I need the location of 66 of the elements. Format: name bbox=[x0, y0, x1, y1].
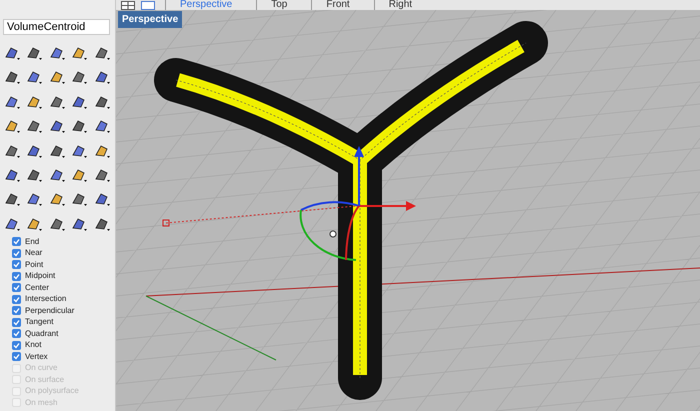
checkbox[interactable] bbox=[12, 283, 21, 292]
tool-icon[interactable] bbox=[94, 45, 111, 61]
checkbox[interactable] bbox=[12, 329, 21, 338]
tool-icon[interactable] bbox=[4, 45, 21, 61]
tool-icon[interactable] bbox=[94, 118, 111, 134]
tool-icon[interactable] bbox=[48, 69, 66, 86]
tool-icon[interactable] bbox=[4, 166, 21, 183]
tool-icon[interactable] bbox=[26, 45, 44, 61]
tool-icon[interactable] bbox=[48, 142, 66, 158]
osnap-label: Midpoint bbox=[25, 271, 56, 282]
osnap-label: Tangent bbox=[25, 317, 54, 328]
osnap-label: Vertex bbox=[25, 352, 48, 362]
tool-icon[interactable] bbox=[48, 166, 66, 183]
tool-icon[interactable] bbox=[26, 191, 44, 208]
tool-icon[interactable] bbox=[71, 216, 88, 232]
tool-icon[interactable] bbox=[94, 216, 111, 232]
tool-icon[interactable] bbox=[4, 94, 21, 110]
tool-icon[interactable] bbox=[94, 142, 111, 158]
osnap-label: Knot bbox=[25, 340, 42, 350]
tool-icon[interactable] bbox=[26, 216, 44, 232]
checkbox[interactable] bbox=[12, 260, 21, 270]
osnap-label: Quadrant bbox=[25, 328, 58, 339]
tool-icon[interactable] bbox=[4, 216, 21, 232]
osnap-label: End bbox=[25, 236, 40, 247]
tool-icon[interactable] bbox=[48, 191, 66, 208]
tool-icon[interactable] bbox=[48, 45, 66, 61]
tool-icon[interactable] bbox=[71, 191, 88, 208]
tool-icon[interactable] bbox=[26, 166, 44, 183]
tool-icon[interactable] bbox=[4, 191, 21, 208]
checkbox[interactable] bbox=[12, 306, 21, 316]
checkbox[interactable] bbox=[12, 294, 21, 304]
tool-icon[interactable] bbox=[71, 45, 88, 61]
tool-icon[interactable] bbox=[71, 94, 88, 110]
viewport-title[interactable]: Perspective bbox=[118, 11, 182, 28]
osnap-label: Intersection bbox=[25, 294, 66, 304]
tool-icon[interactable] bbox=[4, 69, 21, 86]
tool-icon[interactable] bbox=[26, 94, 44, 110]
tool-icon[interactable] bbox=[48, 94, 66, 110]
tool-icon[interactable] bbox=[48, 216, 66, 232]
tool-icon[interactable] bbox=[94, 191, 111, 208]
checkbox[interactable] bbox=[12, 248, 21, 258]
tool-icon[interactable] bbox=[26, 142, 44, 158]
tool-icon[interactable] bbox=[71, 69, 88, 86]
osnap-label: Perpendicular bbox=[25, 306, 74, 316]
tool-icon[interactable] bbox=[94, 166, 111, 183]
tool-icon[interactable] bbox=[71, 118, 88, 134]
osnap-label: Center bbox=[25, 282, 50, 293]
tool-icon[interactable] bbox=[94, 94, 111, 110]
command-field[interactable]: VolumeCentroid bbox=[3, 19, 110, 36]
tool-icon[interactable] bbox=[94, 69, 111, 86]
single-view-layout-icon[interactable] bbox=[141, 0, 155, 10]
checkbox[interactable] bbox=[12, 318, 21, 327]
tool-icon[interactable] bbox=[4, 142, 21, 158]
tool-icon[interactable] bbox=[4, 118, 21, 134]
tool-icon[interactable] bbox=[26, 69, 44, 86]
tool-icon[interactable] bbox=[48, 118, 66, 134]
tool-icon[interactable] bbox=[71, 166, 88, 183]
checkbox[interactable] bbox=[12, 340, 21, 350]
four-view-layout-icon[interactable] bbox=[121, 0, 135, 10]
osnap-label: Point bbox=[25, 260, 44, 270]
osnap-label: Near bbox=[25, 248, 42, 258]
checkbox[interactable] bbox=[12, 237, 21, 246]
tool-icon[interactable] bbox=[71, 142, 88, 158]
checkbox[interactable] bbox=[12, 352, 21, 362]
tool-icon[interactable] bbox=[26, 118, 44, 134]
checkbox[interactable] bbox=[12, 272, 21, 281]
